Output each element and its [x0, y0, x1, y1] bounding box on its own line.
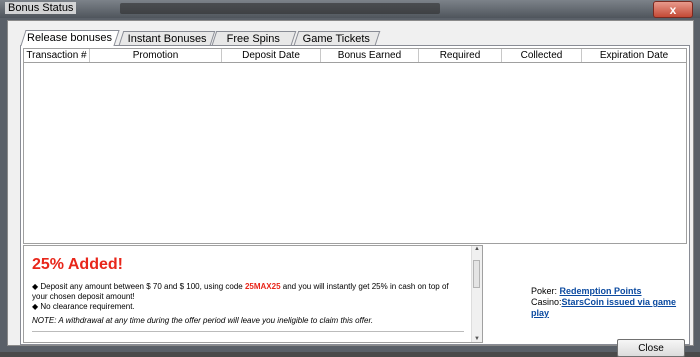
tab-release-bonuses[interactable]: Release bonuses	[20, 30, 120, 46]
column-header-transaction[interactable]: Transaction #	[24, 49, 90, 62]
promo-scrollbar[interactable]: ▲ ▼	[471, 246, 482, 342]
column-header-deposit-date[interactable]: Deposit Date	[222, 49, 321, 62]
tab-panel: Transaction # Promotion Deposit Date Bon…	[20, 45, 690, 357]
column-header-expiration-date[interactable]: Expiration Date	[582, 49, 686, 62]
bullet-text: No clearance requirement.	[40, 302, 135, 311]
scroll-up-arrow-icon[interactable]: ▲	[473, 246, 481, 252]
dialog-client: Release bonuses Instant Bonuses Free Spi…	[7, 20, 694, 357]
promotion-bullet-1: ◆ Deposit any amount between $ 70 and $ …	[32, 282, 449, 301]
column-header-required[interactable]: Required	[419, 49, 502, 62]
column-header-bonus-earned[interactable]: Bonus Earned	[321, 49, 419, 62]
promotion-text: ◆ Deposit any amount between $ 70 and $ …	[32, 282, 462, 312]
tab-label: Release bonuses	[27, 32, 113, 44]
tab-game-tickets[interactable]: Game Tickets	[293, 31, 381, 45]
redemption-points-link[interactable]: Redemption Points	[560, 286, 642, 296]
background-app-strip	[120, 3, 440, 14]
close-icon: x	[669, 3, 677, 17]
tab-instant-bonuses[interactable]: Instant Bonuses	[118, 31, 216, 45]
promotion-details[interactable]: 25% Added! ◆ Deposit any amount between …	[23, 245, 483, 343]
casino-label: Casino:	[531, 297, 562, 307]
divider	[32, 331, 464, 332]
tab-label: Free Spins	[227, 33, 281, 45]
title-bar[interactable]: Bonus Status x	[0, 0, 700, 18]
casino-line: Casino:StarsCoin issued via game play	[531, 297, 689, 319]
tab-free-spins[interactable]: Free Spins	[211, 31, 297, 45]
bullet-text: Deposit any amount between $ 70 and $ 10…	[40, 282, 245, 291]
window-title: Bonus Status	[5, 2, 77, 14]
column-header-collected[interactable]: Collected	[502, 49, 582, 62]
tab-label: Game Tickets	[303, 33, 371, 45]
promotion-note: NOTE: A withdrawal at any time during th…	[32, 316, 374, 325]
close-button[interactable]: Close	[617, 339, 685, 357]
promotion-title: 25% Added!	[32, 256, 123, 273]
bonus-table[interactable]: Transaction # Promotion Deposit Date Bon…	[23, 48, 687, 244]
poker-label: Poker:	[531, 286, 558, 296]
column-header-promotion[interactable]: Promotion	[90, 49, 222, 62]
poker-line: Poker: Redemption Points	[531, 286, 689, 297]
bonus-status-window: Bonus Status x Release bonuses Instant B…	[0, 0, 700, 357]
window-close-button[interactable]: x	[653, 1, 693, 18]
tab-label: Instant Bonuses	[127, 33, 207, 45]
scroll-down-arrow-icon[interactable]: ▼	[473, 336, 481, 342]
redemption-info: Poker: Redemption Points Casino:StarsCoi…	[531, 286, 689, 319]
table-header: Transaction # Promotion Deposit Date Bon…	[24, 49, 686, 63]
scrollbar-thumb[interactable]	[473, 260, 480, 288]
bonus-code: 25MAX25	[244, 282, 281, 291]
promotion-bullet-2: ◆ No clearance requirement.	[32, 302, 135, 311]
